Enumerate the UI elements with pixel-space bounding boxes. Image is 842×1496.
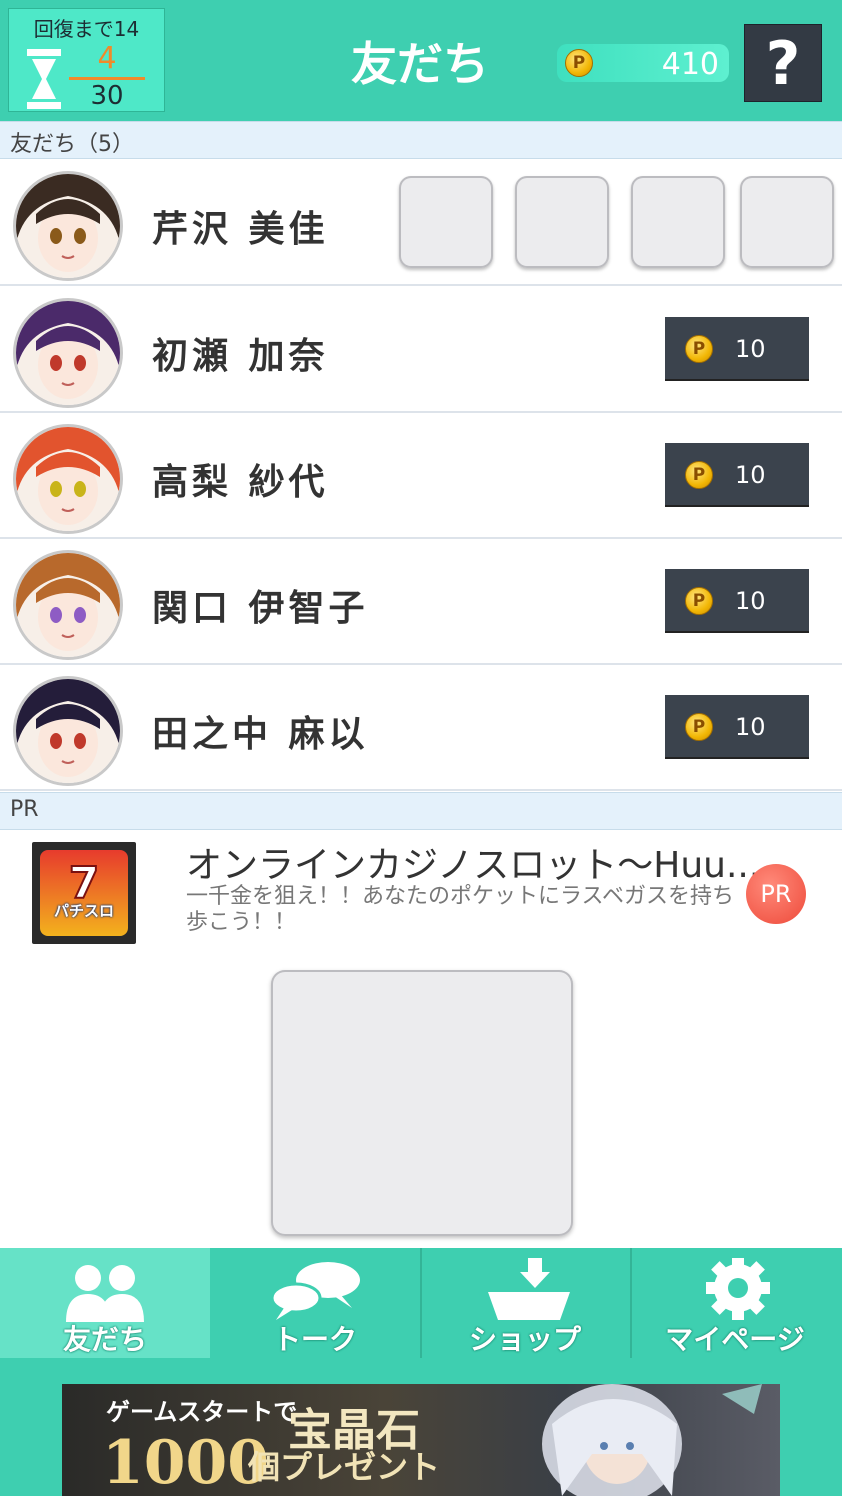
avatar[interactable] bbox=[13, 171, 123, 281]
hourglass-icon bbox=[27, 49, 61, 109]
friend-row[interactable]: 高梨 紗代 P 10 bbox=[0, 413, 842, 539]
avatar[interactable] bbox=[13, 676, 123, 786]
stamina-current: 4 bbox=[97, 41, 117, 76]
banner-line2: 個プレゼント bbox=[248, 1448, 441, 1486]
nav-label-mypage: マイページ bbox=[665, 1323, 805, 1356]
ad-app-icon[interactable]: 7 パチスロ bbox=[32, 842, 136, 944]
nav-label-talk: トーク bbox=[272, 1323, 357, 1356]
gift-cost: 10 bbox=[735, 335, 766, 363]
friend-name: 高梨 紗代 bbox=[152, 462, 329, 503]
avatar[interactable] bbox=[13, 424, 123, 534]
friend-name: 関口 伊智子 bbox=[152, 588, 369, 629]
banner-line1: ゲームスタートで bbox=[106, 1397, 298, 1426]
chat-icon bbox=[270, 1262, 360, 1320]
coin-icon: P bbox=[685, 461, 713, 489]
gift-cost: 10 bbox=[735, 461, 766, 489]
page-title: 友だち bbox=[351, 37, 489, 91]
send-points-button[interactable]: P 10 bbox=[665, 695, 809, 759]
friend-row[interactable]: 初瀬 加奈 P 10 bbox=[0, 287, 842, 413]
slot-icon: 7 パチスロ bbox=[40, 850, 128, 936]
banner-amount: 1000 bbox=[102, 1428, 269, 1496]
bottom-nav: 友だち トーク ショップ マイページ bbox=[0, 1248, 842, 1358]
ad-icon-label: パチスロ bbox=[53, 902, 114, 920]
stamina-panel: 回復まで14 4 30 bbox=[8, 8, 165, 112]
shop-icon bbox=[488, 1258, 570, 1320]
gift-slot[interactable] bbox=[631, 176, 725, 268]
friends-section-label: 友だち（5） bbox=[10, 132, 134, 157]
ad-image-placeholder[interactable] bbox=[271, 970, 573, 1236]
nav-label-shop: ショップ bbox=[468, 1323, 581, 1356]
avatar[interactable] bbox=[13, 550, 123, 660]
nav-label-friends: 友だち bbox=[62, 1323, 147, 1356]
pr-section-label: PR bbox=[10, 797, 39, 822]
pr-section-header: PR bbox=[0, 792, 842, 830]
friends-section-header: 友だち（5） bbox=[0, 121, 842, 159]
ad-description: 一千金を狙え！！あなたのポケットにラスベガスを持ち歩こう！！ bbox=[186, 884, 735, 935]
friend-row[interactable]: 田之中 麻以 P 10 bbox=[0, 665, 842, 791]
coin-icon: P bbox=[565, 49, 593, 77]
coin-icon: P bbox=[685, 713, 713, 741]
friend-row[interactable]: 芹沢 美佳 bbox=[0, 160, 842, 286]
points-display: P 410 bbox=[557, 44, 729, 82]
recovery-timer: 回復まで14 bbox=[33, 17, 140, 41]
nav-tab-mypage[interactable]: マイページ bbox=[630, 1248, 840, 1358]
coin-icon: P bbox=[685, 335, 713, 363]
friend-name: 田之中 麻以 bbox=[152, 714, 369, 755]
ad-title[interactable]: オンラインカジノスロット〜Huu... bbox=[186, 836, 760, 888]
send-points-button[interactable]: P 10 bbox=[665, 317, 809, 381]
gift-cost: 10 bbox=[735, 713, 766, 741]
stamina-divider bbox=[69, 77, 145, 80]
app-header: 回復まで14 4 30 友だち P 410 ? bbox=[0, 0, 842, 121]
points-value: 410 bbox=[661, 47, 719, 82]
nav-tab-shop[interactable]: ショップ bbox=[420, 1248, 630, 1358]
character-illustration bbox=[542, 1384, 762, 1496]
friend-name: 芹沢 美佳 bbox=[152, 209, 329, 250]
gift-cost: 10 bbox=[735, 587, 766, 615]
pr-badge: PR bbox=[746, 864, 806, 924]
friend-row[interactable]: 関口 伊智子 P 10 bbox=[0, 539, 842, 665]
coin-icon: P bbox=[685, 587, 713, 615]
gift-slot[interactable] bbox=[740, 176, 834, 268]
nav-tab-friends[interactable]: 友だち bbox=[0, 1248, 210, 1358]
help-button[interactable]: ? bbox=[744, 24, 822, 102]
stamina-max: 30 bbox=[90, 81, 124, 111]
send-points-button[interactable]: P 10 bbox=[665, 569, 809, 633]
friend-name: 初瀬 加奈 bbox=[152, 336, 329, 377]
send-points-button[interactable]: P 10 bbox=[665, 443, 809, 507]
gift-slot[interactable] bbox=[399, 176, 493, 268]
banner-ad[interactable]: ゲームスタートで 宝晶石 1000 個プレゼント bbox=[62, 1384, 780, 1496]
friends-icon bbox=[66, 1265, 144, 1322]
nav-tab-talk[interactable]: トーク bbox=[210, 1248, 420, 1358]
gift-slot[interactable] bbox=[515, 176, 609, 268]
avatar[interactable] bbox=[13, 298, 123, 408]
gear-icon bbox=[706, 1258, 770, 1320]
